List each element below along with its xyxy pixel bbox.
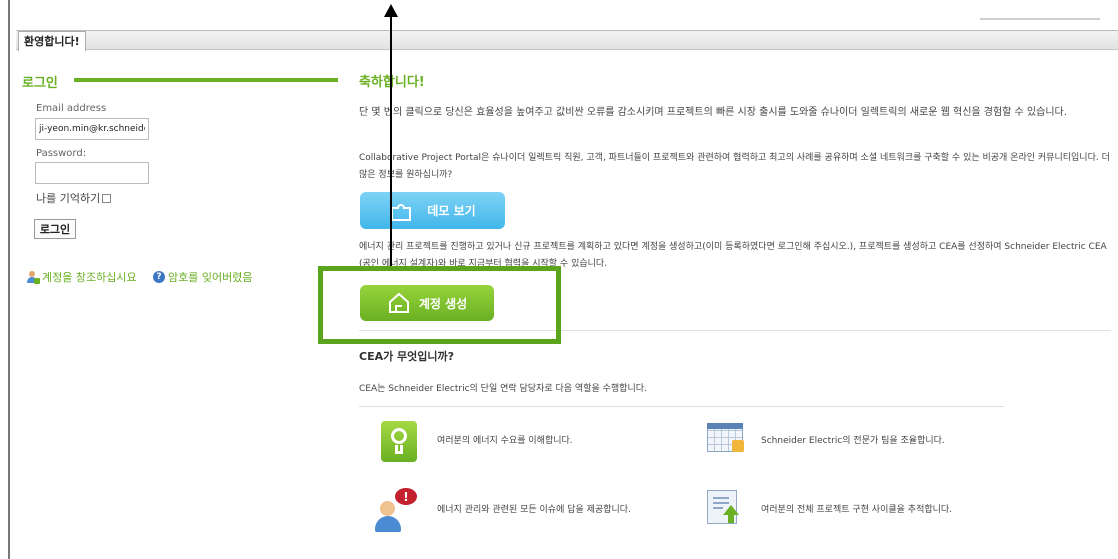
portal-description: Collaborative Project Portal은 슈나이더 일렉트릭 … — [359, 153, 1110, 180]
login-heading: 로그인 — [22, 76, 58, 91]
cea-description: CEA는 Schneider Electric의 단일 연락 담당자로 다음 역… — [359, 384, 647, 394]
demo-button-label: 데모 보기 — [427, 204, 476, 218]
login-button[interactable]: 로그인 — [34, 219, 76, 239]
forgot-password-link[interactable]: ? 암호를 잊어버렸음 — [153, 269, 252, 285]
forgot-password-link-label: 암호를 잊어버렸음 — [168, 271, 253, 284]
annotation-highlight-box — [318, 266, 561, 344]
role-track-cycle: 여러분의 전체 프로젝트 구현 사이클을 추적합니다. — [761, 505, 953, 515]
password-field[interactable] — [35, 162, 149, 184]
lightbulb-icon — [381, 421, 417, 462]
role-understand-needs: 여러분의 에너지 수요를 이해합니다. — [437, 436, 573, 446]
login-heading-bar — [74, 78, 338, 82]
cea-divider — [359, 406, 1004, 407]
remember-me-row: 나를 기억하기 — [36, 190, 112, 206]
calendar-grid-icon — [707, 423, 744, 452]
tab-welcome[interactable]: 환영합니다! — [18, 31, 86, 51]
create-account-link-label: 계정을 창조하십시요 — [42, 271, 137, 284]
cea-heading: CEA가 무엇입니까? — [359, 350, 455, 363]
remember-me-checkbox[interactable] — [102, 194, 112, 203]
email-label: Email address — [36, 103, 107, 114]
demo-button[interactable]: 데모 보기 — [360, 192, 505, 229]
annotation-arrow-line — [390, 16, 392, 267]
email-field[interactable] — [35, 118, 149, 140]
user-add-icon — [26, 270, 40, 284]
tab-bar — [16, 30, 1118, 50]
document-upload-icon — [707, 490, 739, 524]
window-left-edge — [8, 0, 10, 559]
annotation-arrow-head — [384, 4, 398, 17]
top-right-divider — [980, 18, 1100, 20]
password-label: Password: — [36, 148, 87, 159]
puzzle-icon — [391, 203, 412, 221]
intro-text: 단 몇 번의 클릭으로 당신은 효율성을 높여주고 값비싼 오류를 감소시키며 … — [359, 107, 1067, 118]
role-answer-issues: 에너지 관리와 관련된 모든 이슈에 답을 제공합니다. — [437, 505, 631, 515]
remember-me-label: 나를 기억하기 — [36, 192, 101, 205]
create-account-link[interactable]: 계정을 창조하십시요 — [26, 269, 137, 285]
help-icon: ? — [153, 271, 165, 283]
role-coordinate-team: Schneider Electric의 전문가 팀을 조율합니다. — [761, 436, 945, 446]
person-alert-icon: ! — [375, 488, 423, 534]
